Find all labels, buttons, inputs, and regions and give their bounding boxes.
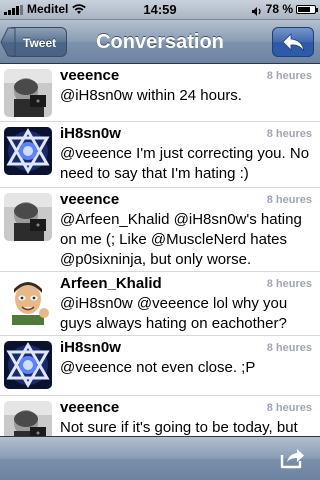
navigation-bar: Tweet Conversation: [0, 20, 320, 64]
tweet-row[interactable]: iH8sn0w 8 heures @veeence I'm just corre…: [0, 122, 320, 188]
tweet-text: @veeence I'm just correcting you. No nee…: [60, 145, 310, 182]
tweet-time: 8 heures: [266, 402, 312, 414]
tweet-row[interactable]: veeence 8 heures Not sure if it's going …: [0, 396, 320, 436]
tweet-row[interactable]: veeence 8 heures @iH8sn0w within 24 hour…: [0, 64, 320, 122]
tweet-row[interactable]: veeence 8 heures @Arfeen_Khalid @iH8sn0w…: [0, 188, 320, 272]
avatar-ih8sn0w: [4, 127, 52, 175]
share-icon[interactable]: [280, 446, 306, 470]
tweet-time: 8 heures: [266, 342, 312, 354]
tweet-username[interactable]: iH8sn0w: [60, 124, 121, 144]
tweet-row[interactable]: Arfeen_Khalid 8 heures @iH8sn0w @veeence…: [0, 272, 320, 336]
status-bar: Meditel 14:59 78 %: [0, 0, 320, 20]
battery-icon: [296, 5, 318, 14]
tweet-text: Not sure if it's going to be today, but …: [60, 419, 298, 436]
tweet-time: 8 heures: [266, 128, 312, 140]
tweet-username[interactable]: veeence: [60, 66, 119, 86]
tweet-username[interactable]: veeence: [60, 398, 119, 418]
reply-arrow-icon: [282, 33, 305, 52]
tweet-text: @Arfeen_Khalid @iH8sn0w's hating on me (…: [60, 211, 302, 268]
tweet-time: 8 heures: [266, 194, 312, 206]
avatar-ih8sn0w: [4, 341, 52, 389]
avatar-veeence: [4, 69, 52, 117]
alarm-icon: [251, 4, 262, 16]
conversation-screen: Meditel 14:59 78 % Tweet Conversation ve…: [0, 0, 320, 480]
tweet-time: 8 heures: [266, 70, 312, 82]
avatar-veeence: [4, 401, 52, 436]
tweet-username[interactable]: veeence: [60, 190, 119, 210]
conversation-list[interactable]: veeence 8 heures @iH8sn0w within 24 hour…: [0, 64, 320, 436]
avatar-arfeen-khalid: [4, 277, 52, 325]
bottom-toolbar: [0, 436, 320, 480]
tweet-username[interactable]: Arfeen_Khalid: [60, 274, 162, 294]
battery-percentage: 78 %: [265, 2, 293, 16]
tweet-text: @veeence not even close. ;P: [60, 359, 256, 376]
tweet-text: @iH8sn0w within 24 hours.: [60, 87, 242, 104]
tweet-row[interactable]: iH8sn0w 8 heures @veeence not even close…: [0, 336, 320, 396]
tweet-username[interactable]: iH8sn0w: [60, 338, 121, 358]
tweet-text: @iH8sn0w @veeence lol why you guys alway…: [60, 295, 288, 332]
status-right: 78 %: [251, 0, 318, 19]
battery-level-fill: [298, 7, 311, 12]
tweet-time: 8 heures: [266, 278, 312, 290]
reply-button[interactable]: [272, 27, 314, 57]
avatar-veeence: [4, 193, 52, 241]
